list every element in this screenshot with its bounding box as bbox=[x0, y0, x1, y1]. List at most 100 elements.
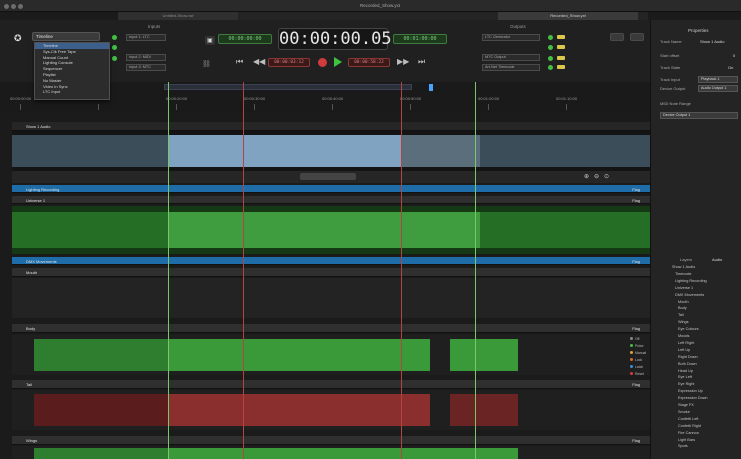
scrub-control[interactable] bbox=[300, 173, 356, 180]
tab-recorded-show[interactable]: Recorded_Show.yxt bbox=[498, 12, 638, 20]
tree-item[interactable]: Mouth bbox=[678, 300, 689, 304]
tail-track-flag[interactable]: Flag bbox=[632, 382, 640, 387]
mouth-track-header[interactable]: Mouth bbox=[12, 268, 650, 277]
tree-item[interactable]: Left Up bbox=[678, 348, 690, 352]
lock-icon[interactable]: ▣ bbox=[205, 36, 215, 45]
tree-item[interactable]: Right Down bbox=[678, 355, 698, 359]
record-button[interactable] bbox=[318, 58, 327, 67]
cue-marker-1[interactable] bbox=[168, 82, 169, 459]
tree-item[interactable]: Expression Down bbox=[678, 396, 708, 400]
zoom-in-icon[interactable]: ⊕ bbox=[584, 173, 589, 180]
tree-tab-audio[interactable]: Audio bbox=[712, 257, 722, 262]
tree-item[interactable]: Eye Colours bbox=[678, 327, 699, 331]
rewind-icon[interactable]: ◀◀ bbox=[253, 57, 265, 66]
output-4-toggle[interactable] bbox=[557, 65, 565, 69]
audio-track-header[interactable]: Show 1 Audio bbox=[12, 122, 650, 131]
flag-legend-item[interactable]: Reset bbox=[630, 372, 644, 376]
tree-item[interactable]: Universe 1 bbox=[675, 286, 693, 290]
tree-item[interactable]: Lighting Recording bbox=[675, 279, 707, 283]
tree-item[interactable]: Smoke bbox=[678, 410, 690, 414]
timeline-zoom-bar[interactable] bbox=[164, 84, 412, 90]
settings-gear-icon[interactable]: ✪ bbox=[14, 33, 22, 44]
prop-value-start-offset[interactable]: 0 bbox=[733, 53, 735, 58]
tail-data-area[interactable] bbox=[12, 390, 650, 430]
output-field-1[interactable]: LTC Generator bbox=[482, 34, 540, 41]
lighting-section-header[interactable]: Lighting Recording Flag bbox=[12, 185, 650, 193]
universe-track-header[interactable]: Universe 1 Flag bbox=[12, 196, 650, 204]
output-2-toggle[interactable] bbox=[557, 45, 565, 49]
tree-item[interactable]: Wings bbox=[678, 320, 689, 324]
output-field-3[interactable]: Art-Net Timecode bbox=[482, 64, 540, 71]
cue-marker-3[interactable] bbox=[401, 82, 402, 459]
universe-track-flag[interactable]: Flag bbox=[632, 198, 640, 203]
tail-track-header[interactable]: Tail Flag bbox=[12, 380, 650, 389]
close-window-icon[interactable] bbox=[4, 4, 9, 9]
timecode-source-dropdown[interactable]: Timeline Sys-Clk Free Tape Manual Count … bbox=[34, 42, 110, 100]
tree-item[interactable]: Head Up bbox=[678, 369, 693, 373]
sync-toggle-button[interactable] bbox=[630, 33, 644, 41]
network-toggle-button[interactable] bbox=[610, 33, 624, 41]
prop-value-track-state[interactable]: On bbox=[728, 65, 733, 70]
tree-item[interactable]: Body bbox=[678, 306, 687, 310]
lighting-section-flag[interactable]: Flag bbox=[632, 187, 640, 192]
flag-legend-item[interactable]: Manual bbox=[630, 351, 646, 355]
tree-item[interactable]: Confetti Left bbox=[678, 417, 698, 421]
skip-back-icon[interactable]: ⏮ bbox=[236, 57, 243, 67]
input-field-3[interactable]: Input 3: MTC bbox=[126, 64, 166, 71]
tree-item[interactable]: Spots bbox=[678, 444, 688, 448]
output-3-toggle[interactable] bbox=[557, 56, 565, 60]
main-timecode-display[interactable]: 00:00:00.05 bbox=[278, 28, 392, 50]
timecode-right-display[interactable]: 00:01:00:00 bbox=[393, 34, 447, 44]
dmx-section-flag[interactable]: Flag bbox=[632, 259, 640, 264]
tree-item[interactable]: Both Down bbox=[678, 362, 697, 366]
wings-track-flag[interactable]: Flag bbox=[632, 438, 640, 443]
output-field-2[interactable]: MTC Output bbox=[482, 54, 540, 61]
link-icon[interactable]: ⛓ bbox=[202, 60, 211, 68]
tree-tab-layers[interactable]: Layers bbox=[680, 257, 692, 262]
tree-item[interactable]: Eye Left bbox=[678, 375, 692, 379]
flag-legend-item[interactable]: Lock bbox=[630, 358, 642, 362]
timecode-left-display[interactable]: 00:00:00:00 bbox=[218, 34, 272, 44]
input-field-1[interactable]: Input 1: LTC bbox=[126, 34, 166, 41]
tree-item[interactable]: Stage FX bbox=[678, 403, 694, 407]
play-button[interactable] bbox=[334, 57, 342, 67]
tree-item[interactable]: Show 1 Audio bbox=[672, 265, 695, 269]
body-track-flag[interactable]: Flag bbox=[632, 326, 640, 331]
fit-icon[interactable]: ⊙ bbox=[604, 173, 609, 180]
playhead-handle-icon[interactable] bbox=[429, 84, 433, 91]
cue-marker-2[interactable] bbox=[243, 82, 244, 459]
dropdown-option[interactable]: LTC Input bbox=[35, 89, 109, 95]
zoom-window-icon[interactable] bbox=[18, 4, 23, 9]
fast-forward-icon[interactable]: ▶▶ bbox=[397, 57, 409, 66]
tree-item[interactable]: Tail bbox=[678, 313, 684, 317]
tree-item[interactable]: Confetti Right bbox=[678, 424, 701, 428]
body-data-area[interactable] bbox=[12, 335, 650, 375]
flag-legend-item[interactable]: Latch bbox=[630, 365, 643, 369]
cue-marker-4[interactable] bbox=[475, 82, 476, 459]
zoom-out-icon[interactable]: ⊖ bbox=[594, 173, 599, 180]
tab-untitled-show[interactable]: Untitled-Show.xsf bbox=[118, 12, 238, 20]
tree-item[interactable]: Eye Right bbox=[678, 382, 694, 386]
flag-legend-item[interactable]: Pulse bbox=[630, 344, 643, 348]
track-input-select[interactable]: Playback 1 bbox=[698, 76, 738, 83]
tree-item[interactable]: Moods bbox=[678, 334, 689, 338]
minimize-window-icon[interactable] bbox=[11, 4, 16, 9]
prop-value-track-name[interactable]: Show 1 Audio bbox=[700, 39, 724, 44]
output-1-toggle[interactable] bbox=[557, 35, 565, 39]
audio-waveform-area[interactable] bbox=[12, 131, 650, 171]
tree-item[interactable]: Fire Cannon bbox=[678, 431, 699, 435]
wings-track-header[interactable]: Wings Flag bbox=[12, 436, 650, 445]
input-field-2[interactable]: Input 2: MIDI bbox=[126, 54, 166, 61]
loop-in-display[interactable]: 00:00:03:12 bbox=[268, 58, 310, 67]
mouth-data-area[interactable] bbox=[12, 278, 650, 318]
tree-item[interactable]: Expression Up bbox=[678, 389, 703, 393]
timecode-source-select[interactable]: Timeline bbox=[32, 32, 100, 41]
tree-item[interactable]: DMX Movements bbox=[675, 293, 704, 297]
tree-item[interactable]: Timecode bbox=[675, 272, 692, 276]
universe-data-area[interactable] bbox=[12, 206, 650, 254]
body-track-header[interactable]: Body Flag bbox=[12, 324, 650, 333]
tree-item[interactable]: Left Right bbox=[678, 341, 694, 345]
wings-data-area[interactable] bbox=[12, 446, 650, 459]
dmx-section-header[interactable]: DMX Movements Flag bbox=[12, 257, 650, 265]
flag-legend-item[interactable]: Off bbox=[630, 337, 639, 341]
